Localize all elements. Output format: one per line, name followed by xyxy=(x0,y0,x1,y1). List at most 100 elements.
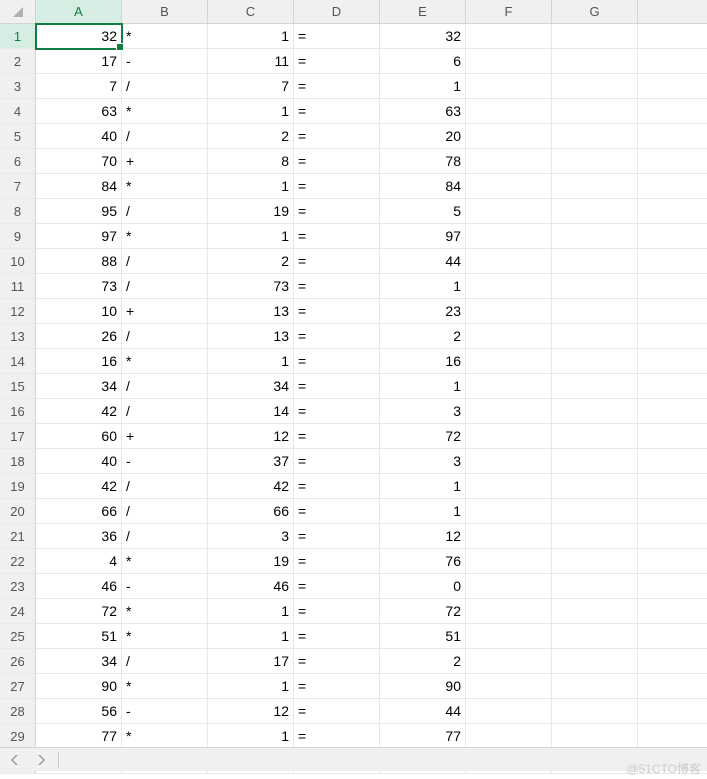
cell[interactable]: + xyxy=(122,299,208,324)
cell[interactable] xyxy=(552,474,638,499)
row-header[interactable]: 3 xyxy=(0,74,36,99)
column-header-A[interactable]: A xyxy=(36,0,122,24)
cell[interactable]: 13 xyxy=(208,324,294,349)
row-header[interactable]: 19 xyxy=(0,474,36,499)
cell[interactable] xyxy=(638,324,707,349)
row-header[interactable]: 15 xyxy=(0,374,36,399)
cell[interactable] xyxy=(552,99,638,124)
cell[interactable] xyxy=(638,574,707,599)
column-header-B[interactable]: B xyxy=(122,0,208,24)
cell[interactable] xyxy=(552,174,638,199)
cell[interactable]: 2 xyxy=(380,649,466,674)
cell[interactable] xyxy=(552,324,638,349)
cell[interactable]: 56 xyxy=(36,699,122,724)
cell[interactable]: 3 xyxy=(208,524,294,549)
cell[interactable]: 1 xyxy=(208,24,294,49)
cell[interactable] xyxy=(466,724,552,749)
cell[interactable]: = xyxy=(294,149,380,174)
cell[interactable] xyxy=(466,249,552,274)
cell[interactable]: 34 xyxy=(208,374,294,399)
cell[interactable]: 7 xyxy=(36,74,122,99)
cell[interactable]: = xyxy=(294,399,380,424)
cell[interactable]: 14 xyxy=(208,399,294,424)
cell[interactable] xyxy=(638,274,707,299)
cell[interactable]: * xyxy=(122,99,208,124)
cell[interactable]: 17 xyxy=(208,649,294,674)
cell[interactable]: 11 xyxy=(208,49,294,74)
cell[interactable]: 1 xyxy=(208,99,294,124)
cell[interactable]: 5 xyxy=(380,199,466,224)
cell[interactable] xyxy=(552,74,638,99)
cell[interactable]: 46 xyxy=(208,574,294,599)
cell[interactable]: * xyxy=(122,599,208,624)
cell[interactable]: 1 xyxy=(208,349,294,374)
cell[interactable]: 63 xyxy=(36,99,122,124)
cell[interactable] xyxy=(638,649,707,674)
cell[interactable]: 97 xyxy=(36,224,122,249)
cell[interactable]: * xyxy=(122,224,208,249)
cell[interactable] xyxy=(552,349,638,374)
cell[interactable]: * xyxy=(122,174,208,199)
row-header[interactable]: 26 xyxy=(0,649,36,674)
cell[interactable]: 42 xyxy=(36,474,122,499)
cell[interactable]: = xyxy=(294,374,380,399)
cell[interactable]: * xyxy=(122,24,208,49)
cell[interactable]: 66 xyxy=(208,499,294,524)
cell[interactable] xyxy=(638,399,707,424)
cell[interactable] xyxy=(552,299,638,324)
cell[interactable]: 12 xyxy=(380,524,466,549)
cell[interactable] xyxy=(638,299,707,324)
cell[interactable]: = xyxy=(294,624,380,649)
cell[interactable]: 26 xyxy=(36,324,122,349)
cell[interactable] xyxy=(552,449,638,474)
cell[interactable]: 34 xyxy=(36,374,122,399)
cell[interactable]: 78 xyxy=(380,149,466,174)
cell[interactable] xyxy=(638,99,707,124)
cell[interactable]: = xyxy=(294,74,380,99)
cell[interactable] xyxy=(638,149,707,174)
cell[interactable] xyxy=(466,349,552,374)
cell[interactable]: 13 xyxy=(208,299,294,324)
cell[interactable]: 88 xyxy=(36,249,122,274)
cell[interactable]: - xyxy=(122,49,208,74)
cell[interactable]: 66 xyxy=(36,499,122,524)
cell[interactable]: 60 xyxy=(36,424,122,449)
row-header[interactable]: 20 xyxy=(0,499,36,524)
cell[interactable] xyxy=(552,49,638,74)
cell[interactable]: 1 xyxy=(380,274,466,299)
cell[interactable]: 1 xyxy=(380,499,466,524)
cell[interactable] xyxy=(638,599,707,624)
cell[interactable] xyxy=(638,549,707,574)
row-header[interactable]: 29 xyxy=(0,724,36,749)
cell[interactable]: / xyxy=(122,74,208,99)
cell[interactable]: = xyxy=(294,124,380,149)
cell[interactable]: 76 xyxy=(380,549,466,574)
cell[interactable] xyxy=(466,49,552,74)
cell[interactable] xyxy=(466,149,552,174)
column-header-C[interactable]: C xyxy=(208,0,294,24)
cell[interactable]: = xyxy=(294,424,380,449)
cell[interactable] xyxy=(466,274,552,299)
cell[interactable]: 36 xyxy=(36,524,122,549)
sheet-prev-icon[interactable] xyxy=(6,751,24,769)
cell[interactable]: 8 xyxy=(208,149,294,174)
cell[interactable]: / xyxy=(122,249,208,274)
cell[interactable]: = xyxy=(294,524,380,549)
cell[interactable]: 32 xyxy=(380,24,466,49)
cell[interactable]: 44 xyxy=(380,699,466,724)
cell[interactable]: = xyxy=(294,199,380,224)
cell[interactable]: / xyxy=(122,649,208,674)
cell[interactable] xyxy=(466,99,552,124)
cell[interactable] xyxy=(638,474,707,499)
cell[interactable]: 10 xyxy=(36,299,122,324)
cell[interactable] xyxy=(552,524,638,549)
cell[interactable]: 0 xyxy=(380,574,466,599)
cell[interactable]: = xyxy=(294,499,380,524)
row-header[interactable]: 4 xyxy=(0,99,36,124)
cell[interactable]: = xyxy=(294,174,380,199)
cell[interactable] xyxy=(552,374,638,399)
row-header[interactable]: 17 xyxy=(0,424,36,449)
row-header[interactable]: 2 xyxy=(0,49,36,74)
cell[interactable]: = xyxy=(294,249,380,274)
cell[interactable] xyxy=(466,649,552,674)
